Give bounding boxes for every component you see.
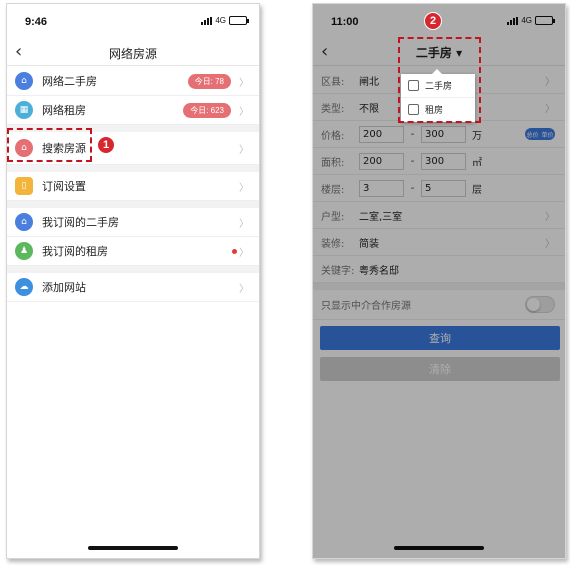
range-dash: - [410,128,415,140]
signal-icon [507,16,519,25]
chevron-right-icon: 〉 [239,182,249,194]
agency-only-label: 只显示中介合作房源 [321,301,411,312]
chevron-right-icon: 〉 [239,283,249,295]
price-unit: 万 [472,130,482,142]
chevron-right-icon: 〉 [239,247,249,259]
signal-icon [201,16,213,25]
chevron-right-icon: 〉 [239,218,249,230]
agency-only-row: 只显示中介合作房源 [313,290,565,320]
unread-dot [232,248,237,254]
field-label: 户型: [321,211,345,223]
chevron-right-icon: 〉 [239,106,249,118]
price-mode-toggle[interactable]: 总价 单价 [525,128,555,140]
chevron-right-icon: 〉 [239,77,249,89]
toggle-total-label: 总价 [526,131,539,139]
chevron-right-icon: 〉 [545,103,555,115]
floor-row: 楼层: 3 - 5 层 [313,175,565,202]
network-label: 4G [521,16,532,25]
subscribe-icon: ▯ [15,177,33,195]
field-label: 面积: [321,157,345,169]
decoration-value: 简装 [359,238,379,250]
keyword-row: 关键字: 粤秀名邸 [313,256,565,283]
floor-min-input[interactable]: 3 [359,179,404,197]
price-min-input[interactable]: 200 [359,125,404,143]
menu-item-label: 网络二手房 [42,75,97,88]
field-label: 楼层: [321,184,345,196]
decoration-row[interactable]: 装修: 简装 〉 [313,229,565,256]
menu-item-label: 添加网站 [42,281,86,294]
area-min-input[interactable]: 200 [359,152,404,170]
chevron-right-icon: 〉 [545,76,555,88]
home-indicator [88,546,178,550]
area-unit: ㎡ [472,157,482,169]
home-indicator [394,546,484,550]
field-label: 价格: [321,130,345,142]
floor-max-input[interactable]: 5 [421,179,466,197]
status-bar: 9:46 4G [7,4,259,34]
menu-item-label: 我订阅的租房 [42,245,108,258]
section-divider [7,165,259,172]
menu-item-my-rent[interactable]: ♟ 我订阅的租房 〉 [7,237,259,266]
price-max-input[interactable]: 300 [421,125,466,143]
callout-highlight-search [7,128,92,162]
area-max-input[interactable]: 300 [421,152,466,170]
chevron-right-icon: 〉 [239,144,249,156]
cloud-icon: ☁ [15,278,33,296]
menu-item-label: 订阅设置 [42,180,86,193]
layout-value: 二室,三室 [359,211,403,223]
chevron-right-icon: 〉 [545,211,555,223]
menu-item-my-secondhand[interactable]: ⌂ 我订阅的二手房 〉 [7,208,259,237]
menu-item-add-site[interactable]: ☁ 添加网站 〉 [7,273,259,302]
range-dash: - [410,182,415,194]
section-divider [7,201,259,208]
network-label: 4G [215,16,226,25]
home-icon: ⌂ [15,72,33,90]
callout-number: 1 [97,136,115,154]
menu-item-subscribe-settings[interactable]: ▯ 订阅设置 〉 [7,172,259,201]
battery-icon [229,16,249,25]
query-button[interactable]: 查询 [320,326,560,350]
area-row: 面积: 200 - 300 ㎡ [313,148,565,175]
status-time: 9:46 [25,16,48,28]
status-indicators: 4G [201,16,249,25]
field-label: 关键字: [321,265,355,277]
status-time: 11:00 [331,16,359,28]
menu-item-rent[interactable]: ▦ 网络租房 今日: 623 〉 [7,96,259,125]
field-label: 区县: [321,76,345,88]
nav-bar: ‹ 网络房源 [7,36,259,66]
range-dash: - [410,155,415,167]
agency-only-switch[interactable] [525,296,555,313]
menu-list: ⌂ 网络二手房 今日: 78 〉 ▦ 网络租房 今日: 623 〉 ⌂ 搜索房源… [7,67,259,302]
menu-item-label: 我订阅的二手房 [42,216,119,229]
toggle-unit-label: 单价 [541,131,554,139]
section-divider [7,266,259,273]
battery-icon [535,16,555,25]
menu-item-label: 网络租房 [42,104,86,117]
rent-icon: ▦ [15,101,33,119]
chevron-right-icon: 〉 [545,238,555,250]
today-count-badge: 今日: 623 [183,102,231,118]
section-divider [313,283,565,290]
layout-row[interactable]: 户型: 二室,三室 〉 [313,202,565,229]
price-row: 价格: 200 - 300 万 总价 单价 [313,121,565,148]
phone-screen-menu: 9:46 4G ‹ 网络房源 ⌂ 网络二手房 今日: 78 〉 ▦ 网络租房 今… [6,3,260,559]
callout-highlight-dropdown [398,37,481,123]
callout-number: 2 [424,12,442,30]
field-label: 装修: [321,238,345,250]
status-indicators: 4G [507,16,555,25]
menu-item-secondhand[interactable]: ⌂ 网络二手房 今日: 78 〉 [7,67,259,96]
page-title: 网络房源 [108,47,157,61]
clear-button[interactable]: 清除 [320,357,560,381]
user-icon: ♟ [15,242,33,260]
field-label: 类型: [321,103,345,115]
today-count-badge: 今日: 78 [187,73,231,89]
keyword-input[interactable]: 粤秀名邸 [359,262,555,277]
house-icon: ⌂ [15,213,33,231]
floor-unit: 层 [472,184,482,196]
